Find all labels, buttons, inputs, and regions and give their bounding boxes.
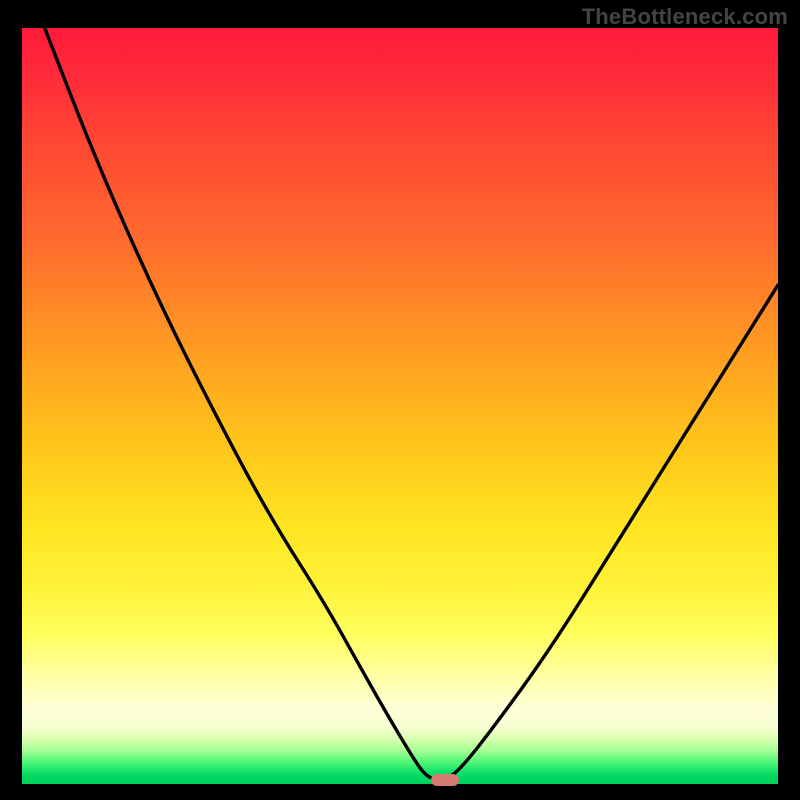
watermark-text: TheBottleneck.com (582, 4, 788, 30)
chart-frame: TheBottleneck.com (0, 0, 800, 800)
curve-path (45, 28, 778, 780)
plot-area (22, 28, 778, 784)
optimum-marker (431, 774, 459, 786)
bottleneck-curve (22, 28, 778, 784)
